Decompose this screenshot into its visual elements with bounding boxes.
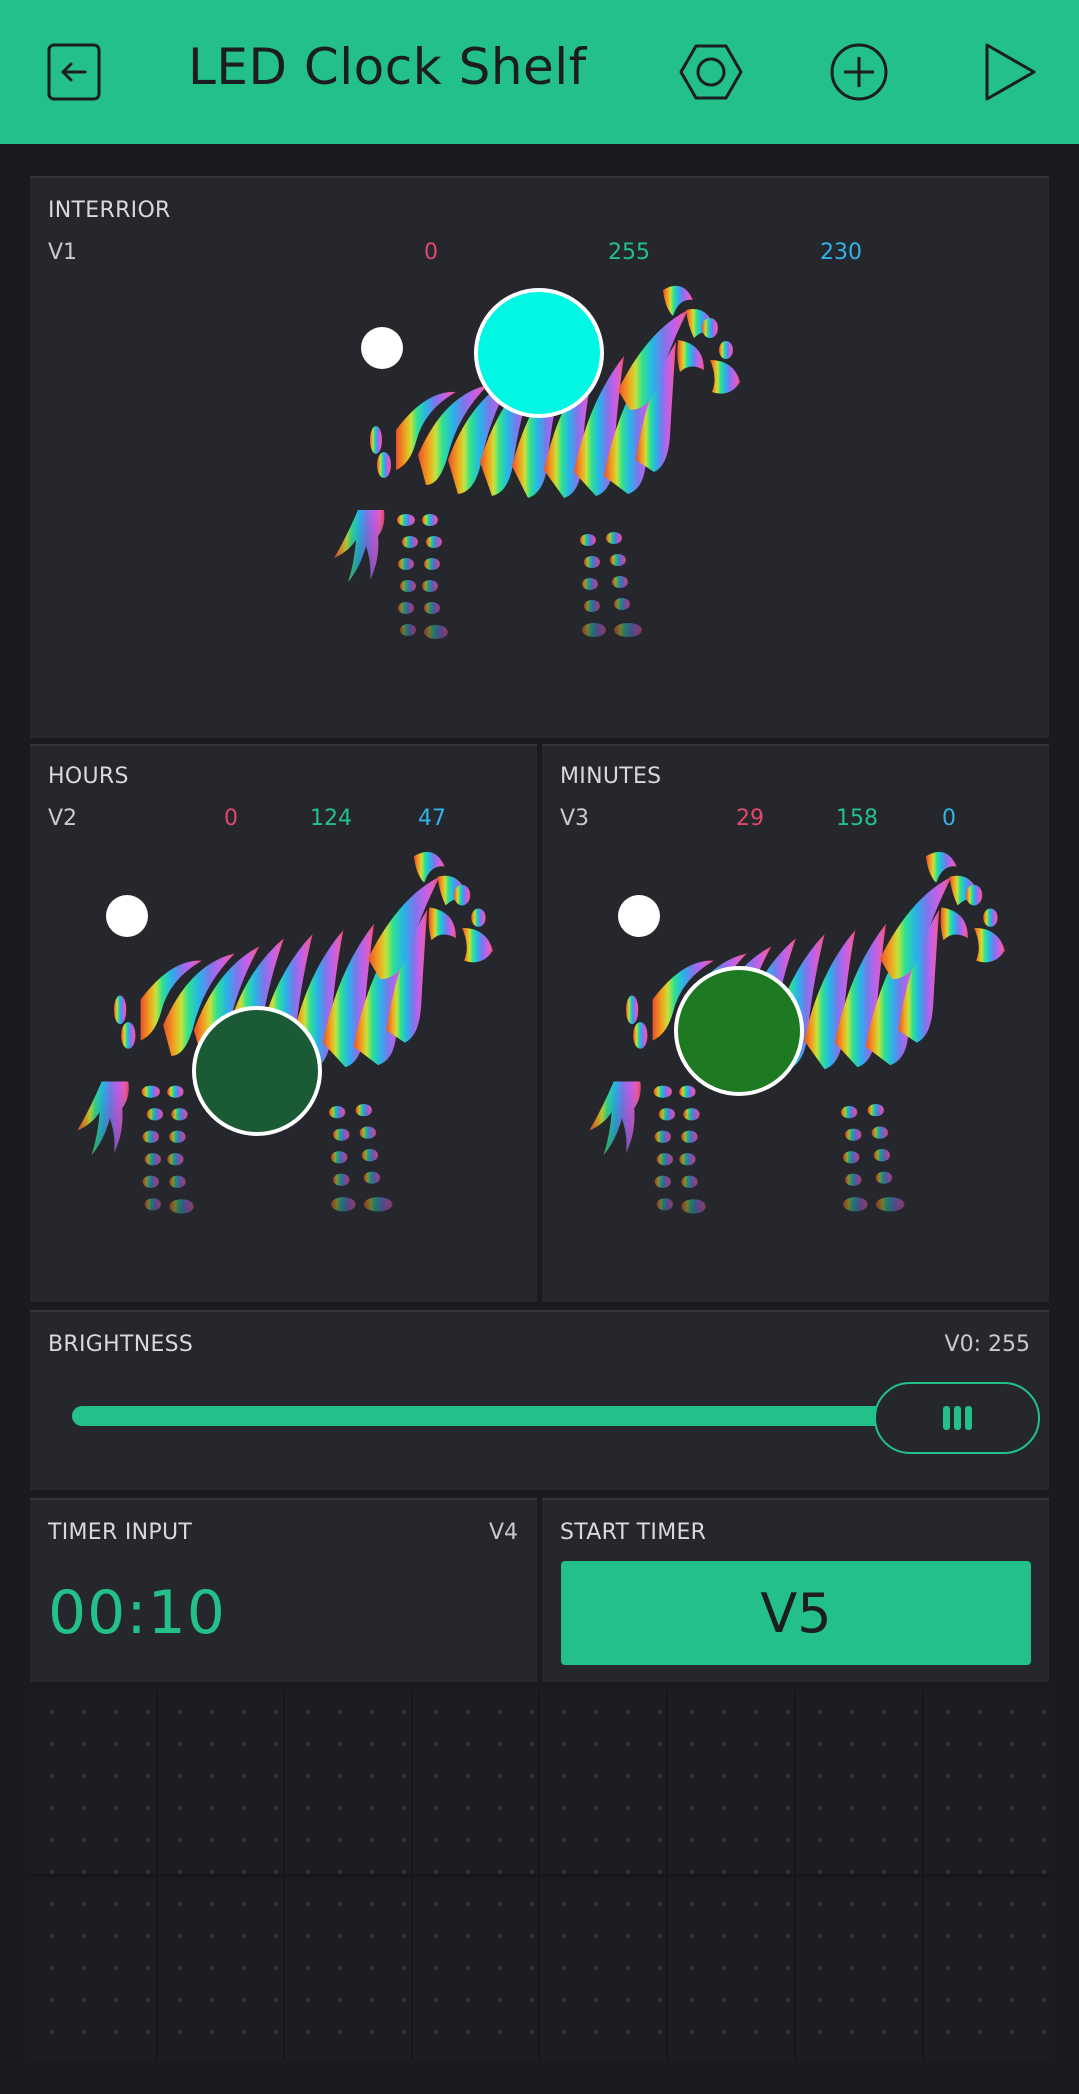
brightness-label: BRIGHTNESS (48, 1332, 194, 1357)
interior-red-value: 0 (424, 240, 438, 265)
timer-input-label: TIMER INPUT (48, 1520, 193, 1545)
hours-pin: V2 (48, 806, 78, 831)
hours-white-selector[interactable] (106, 895, 148, 937)
minutes-red-value: 29 (736, 806, 764, 831)
play-icon[interactable] (967, 32, 1047, 112)
interior-pin: V1 (48, 240, 78, 265)
app-bar: LED Clock Shelf (0, 0, 1079, 144)
interior-label: INTERRIOR (48, 198, 171, 223)
interior-green-value: 255 (608, 240, 650, 265)
grid-divider (30, 1874, 1049, 1877)
minutes-blue-value: 0 (942, 806, 956, 831)
hours-green-value: 124 (310, 806, 352, 831)
hours-red-value: 0 (224, 806, 238, 831)
minutes-white-selector[interactable] (618, 895, 660, 937)
grip-icon (964, 1406, 972, 1430)
hours-color-picker[interactable] (192, 1006, 322, 1136)
settings-icon[interactable] (671, 32, 751, 112)
add-icon[interactable] (819, 32, 899, 112)
interior-color-picker[interactable] (474, 288, 604, 418)
grip-icon (942, 1406, 950, 1430)
minutes-pin: V3 (560, 806, 590, 831)
minutes-green-value: 158 (836, 806, 878, 831)
grip-icon (953, 1406, 961, 1430)
interior-blue-value: 230 (820, 240, 862, 265)
start-timer-button[interactable]: V5 (561, 1561, 1031, 1665)
timer-input-pin: V4 (488, 1520, 518, 1545)
hours-label: HOURS (48, 764, 129, 789)
exit-icon[interactable] (34, 32, 114, 112)
start-timer-label: START TIMER (560, 1520, 707, 1545)
brightness-pin-value: V0: 255 (944, 1332, 1030, 1357)
hours-blue-value: 47 (418, 806, 446, 831)
brightness-slider-track[interactable] (72, 1406, 892, 1426)
interior-white-selector[interactable] (361, 327, 403, 369)
app-title: LED Clock Shelf (188, 38, 587, 96)
minutes-color-picker[interactable] (674, 966, 804, 1096)
brightness-slider-handle[interactable] (874, 1382, 1040, 1454)
minutes-label: MINUTES (560, 764, 662, 789)
timer-input-value[interactable]: 00:10 (48, 1578, 226, 1648)
